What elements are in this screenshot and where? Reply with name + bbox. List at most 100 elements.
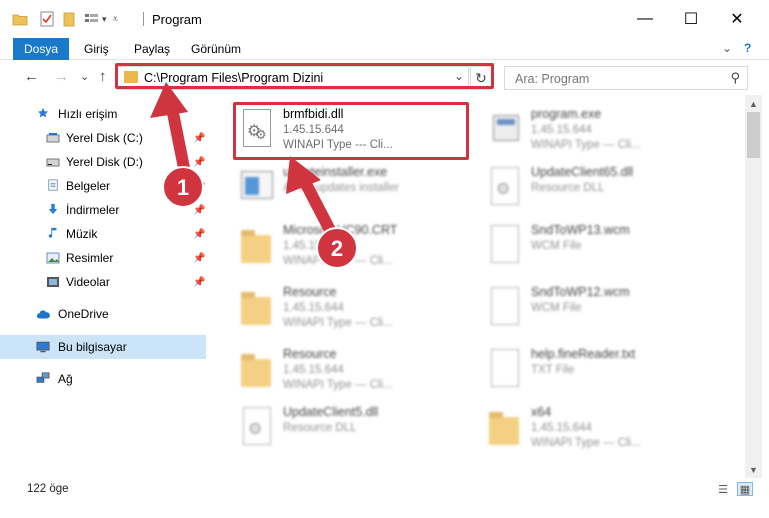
- sidebar-item-label: İndirmeler: [66, 203, 120, 217]
- sidebar-item-label: Ağ: [58, 372, 73, 386]
- chevron-down-icon[interactable]: ⌄: [454, 69, 464, 83]
- folder-icon: [239, 225, 273, 265]
- file-name: SndToWP13.wcm: [531, 223, 630, 237]
- list-item[interactable]: help.fineReader.txt TXT File: [483, 341, 733, 399]
- document-icon: [487, 225, 521, 265]
- window-title: Program: [152, 12, 202, 27]
- folder-icon: [487, 407, 521, 447]
- list-item[interactable]: ⚙ UpdateClient65.dll Resource DLL: [483, 159, 733, 217]
- sidebar-item-onedrive[interactable]: OneDrive: [0, 302, 206, 326]
- help-icon[interactable]: ?: [744, 41, 751, 55]
- item-count: 122 öge: [27, 483, 69, 495]
- list-item[interactable]: Resource 1.45.15.644 WINAPI Type --- Cli…: [235, 341, 485, 399]
- sidebar-item-indirmeler[interactable]: İndirmeler 📌: [0, 198, 206, 222]
- scroll-up-icon[interactable]: ▲: [749, 99, 758, 109]
- dll-gear-icon: ⚙: [487, 167, 521, 207]
- up-button[interactable]: ↑: [99, 68, 107, 85]
- sidebar-item-resimler[interactable]: Resimler 📌: [0, 246, 206, 270]
- sidebar-item-muzik[interactable]: Müzik 📌: [0, 222, 206, 246]
- recent-locations-button[interactable]: ⌄: [80, 70, 89, 83]
- file-name: updateinstaller.exe: [283, 165, 388, 179]
- file-version: 1.45.15.644: [283, 364, 344, 376]
- sidebar-item-disk-d[interactable]: Yerel Disk (D:) 📌: [0, 150, 206, 174]
- tab-gorunum[interactable]: Görünüm: [191, 38, 241, 60]
- sidebar-item-disk-c[interactable]: Yerel Disk (C:) 📌: [0, 126, 206, 150]
- file-type: AVTY updates installer: [283, 182, 399, 194]
- toolbar-dropdown-icon[interactable]: ▾: [102, 14, 107, 25]
- back-button[interactable]: ←: [24, 68, 39, 85]
- folder-icon: [239, 349, 273, 389]
- new-folder-icon[interactable]: [62, 11, 76, 27]
- sidebar-item-network[interactable]: Ağ: [0, 367, 206, 391]
- file-type: Resource DLL: [531, 182, 605, 194]
- sidebar-item-belgeler[interactable]: Belgeler 📌: [0, 174, 206, 198]
- forward-button[interactable]: →: [54, 68, 69, 85]
- list-item[interactable]: ⚙ UpdateClient5.dll Resource DLL: [235, 399, 485, 457]
- search-icon[interactable]: ⚲: [730, 70, 740, 86]
- file-type: WCM File: [531, 302, 582, 314]
- file-name: x64: [531, 405, 552, 419]
- folder-icon: [124, 71, 138, 83]
- file-highlight-box: [233, 102, 469, 160]
- file-name: SndToWP12.wcm: [531, 285, 630, 299]
- sidebar-item-label: Belgeler: [66, 179, 111, 193]
- search-input[interactable]: Ara: Program: [515, 72, 589, 86]
- details-view-icon[interactable]: ☰: [715, 482, 731, 496]
- file-name: Microsoft.VC90.CRT: [283, 223, 398, 237]
- tab-paylas[interactable]: Paylaş: [134, 38, 170, 60]
- file-type: Resource DLL: [283, 422, 357, 434]
- file-name: help.fineReader.txt: [531, 347, 636, 361]
- tab-giris[interactable]: Giriş: [84, 38, 109, 60]
- dll-gear-icon: ⚙: [239, 407, 273, 447]
- file-version: 1.45.15.644: [531, 124, 592, 136]
- refresh-button[interactable]: ↻: [470, 66, 492, 90]
- sidebar-item-label: Hızlı erişim: [58, 107, 118, 121]
- sidebar-item-label: Müzik: [66, 227, 98, 241]
- scroll-thumb[interactable]: [747, 112, 760, 158]
- file-name: UpdateClient5.dll: [283, 405, 379, 419]
- list-item[interactable]: SndToWP13.wcm WCM File: [483, 217, 733, 275]
- toolbar-customize-icon[interactable]: ⩡: [113, 14, 119, 25]
- ribbon-expand-icon[interactable]: ⌄: [722, 41, 732, 55]
- list-item[interactable]: x64 1.45.15.644 WINAPI Type --- Cli...: [483, 399, 733, 457]
- sidebar-item-this-pc[interactable]: Bu bilgisayar: [0, 335, 206, 359]
- tiles-view-icon[interactable]: ▦: [737, 482, 753, 496]
- folder-icon: [239, 287, 273, 327]
- tab-dosya[interactable]: Dosya: [13, 38, 69, 60]
- exe-icon: [487, 109, 521, 149]
- file-version: 1.45.15.644: [283, 302, 344, 314]
- status-bar: 122 öge ☰ ▦: [0, 478, 769, 518]
- pin-icon: 📌: [193, 276, 206, 288]
- sidebar-item-videolar[interactable]: Videolar 📌: [0, 270, 206, 294]
- vertical-scrollbar[interactable]: ▲ ▼: [745, 95, 762, 478]
- download-icon: [48, 203, 58, 215]
- installer-icon: [239, 167, 273, 207]
- title-bar: ▾ ⩡ Program — ☐ ✕: [0, 0, 769, 38]
- documents-icon: [48, 179, 58, 191]
- address-path[interactable]: C:\Program Files\Program Dizini: [144, 71, 323, 85]
- file-name: UpdateClient65.dll: [531, 165, 634, 179]
- properties-icon[interactable]: [40, 11, 54, 27]
- pin-icon: 📌: [193, 252, 206, 264]
- customize-toolbar-icon[interactable]: [84, 12, 100, 26]
- minimize-button[interactable]: —: [622, 0, 668, 38]
- address-bar[interactable]: C:\Program Files\Program Dizini ⌄: [117, 66, 469, 90]
- music-icon: [48, 227, 57, 238]
- maximize-button[interactable]: ☐: [668, 0, 714, 38]
- close-button[interactable]: ✕: [714, 0, 760, 38]
- folder-icon[interactable]: [12, 12, 28, 26]
- file-type: WCM File: [531, 240, 582, 252]
- list-item[interactable]: Resource 1.45.15.644 WINAPI Type --- Cli…: [235, 279, 485, 337]
- title-separator: [143, 12, 144, 26]
- list-item[interactable]: updateinstaller.exe AVTY updates install…: [235, 159, 485, 217]
- list-item[interactable]: program.exe 1.45.15.644 WINAPI Type --- …: [483, 101, 733, 159]
- search-box[interactable]: Ara: Program ⚲: [504, 66, 748, 90]
- ribbon: Dosya Giriş Paylaş Görünüm ⌄ ?: [0, 38, 769, 60]
- sidebar-item-quick-access[interactable]: Hızlı erişim: [0, 102, 206, 126]
- list-item[interactable]: SndToWP12.wcm WCM File: [483, 279, 733, 337]
- cloud-icon: [36, 310, 50, 319]
- scroll-down-icon[interactable]: ▼: [749, 465, 758, 475]
- pictures-icon: [46, 252, 60, 264]
- file-type: WINAPI Type --- Cli...: [531, 139, 641, 151]
- list-item[interactable]: Microsoft.VC90.CRT 1.45.15.644 WINAPI Ty…: [235, 217, 485, 275]
